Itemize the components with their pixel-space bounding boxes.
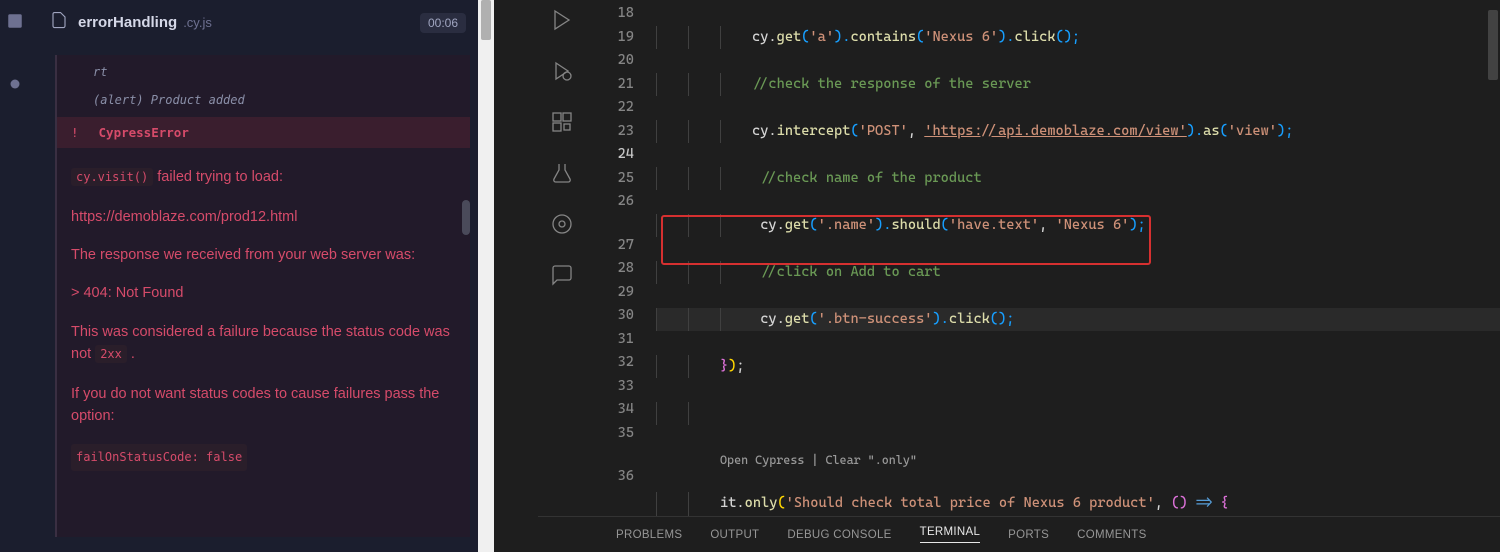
line-gutter: 181920212223242526 . 272829303132333435 …	[586, 0, 656, 516]
spec-ext: .cy.js	[183, 15, 212, 30]
command-log[interactable]: rt (alert) Product added ! CypressError …	[55, 55, 470, 537]
codelens-open-clear[interactable]: Open Cypress | Clear ".only"	[720, 453, 917, 467]
spec-name: errorHandling	[78, 14, 177, 31]
code-area[interactable]: cy.get('a').contains('Nexus 6').click();…	[656, 0, 1500, 516]
error-header: ! CypressError	[57, 117, 470, 148]
run-icon[interactable]	[550, 8, 574, 37]
tab-problems[interactable]: PROBLEMS	[616, 529, 682, 541]
tab-output[interactable]: OUTPUT	[710, 529, 759, 541]
scrollbar-thumb[interactable]	[481, 0, 491, 40]
testing-icon[interactable]	[550, 161, 574, 190]
code-editor[interactable]: 181920212223242526 . 272829303132333435 …	[586, 0, 1500, 516]
tab-comments[interactable]: COMMENTS	[1077, 529, 1146, 541]
divider-scrollbar[interactable]	[478, 0, 494, 552]
activity-bar	[538, 0, 586, 516]
error-type: CypressError	[99, 125, 189, 140]
cypress-runner-panel: errorHandling .cy.js 00:06 rt (alert) Pr…	[0, 0, 480, 552]
vscode-panel: 181920212223242526 . 272829303132333435 …	[538, 0, 1500, 552]
timeline-icon[interactable]	[550, 212, 574, 241]
run-debug-icon[interactable]	[550, 59, 574, 88]
tab-terminal[interactable]: TERMINAL	[920, 526, 981, 543]
error-body: cy.visit() failed trying to load: https:…	[57, 148, 470, 505]
layout-icon[interactable]	[6, 12, 24, 35]
tab-debug-console[interactable]: DEBUG CONSOLE	[787, 529, 891, 541]
chat-icon[interactable]	[550, 263, 574, 292]
timer: 00:06	[420, 13, 466, 33]
editor-scrollbar-thumb[interactable]	[1488, 10, 1498, 80]
spec-header: errorHandling .cy.js 00:06	[0, 0, 480, 45]
file-icon	[50, 10, 68, 35]
cypress-sidebar	[0, 0, 30, 552]
editor-scrollbar[interactable]	[1486, 0, 1500, 516]
log-entries: rt (alert) Product added	[57, 55, 470, 117]
panel-tabs: PROBLEMS OUTPUT DEBUG CONSOLE TERMINAL P…	[538, 516, 1500, 552]
bug-icon[interactable]	[6, 75, 24, 98]
extensions-icon[interactable]	[550, 110, 574, 139]
log-scrollbar-thumb[interactable]	[462, 200, 470, 235]
tab-ports[interactable]: PORTS	[1008, 529, 1049, 541]
error-icon: !	[71, 125, 79, 140]
